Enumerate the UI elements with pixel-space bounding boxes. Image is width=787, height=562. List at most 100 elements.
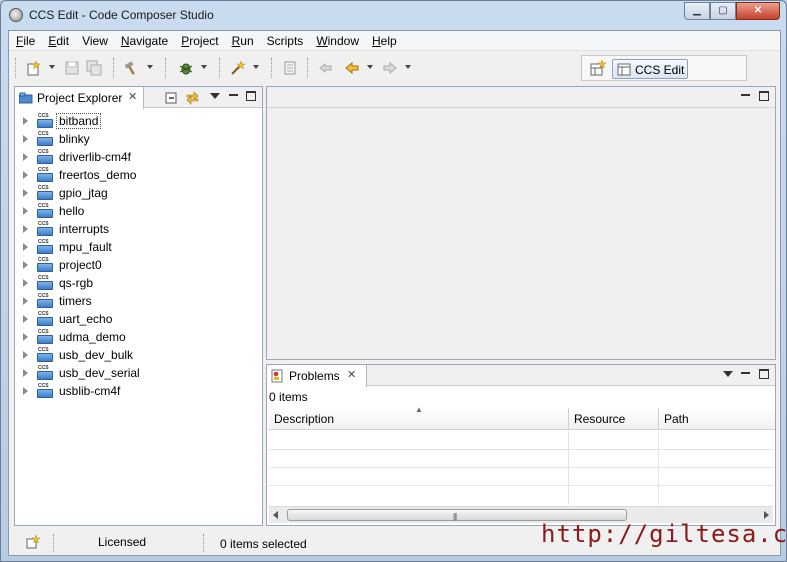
- minimize-view-icon[interactable]: [741, 369, 750, 374]
- status-separator: [203, 534, 204, 552]
- maximize-view-icon[interactable]: [246, 91, 256, 101]
- problems-header: Problems ✕: [267, 365, 775, 387]
- build-dropdown-icon[interactable]: [147, 65, 153, 69]
- build-hammer-icon[interactable]: [123, 60, 139, 76]
- project-item[interactable]: CCS qs-rgb: [23, 274, 253, 292]
- debug-bug-icon[interactable]: [178, 60, 194, 76]
- project-item[interactable]: CCS timers: [23, 292, 253, 310]
- close-tab-icon[interactable]: ✕: [128, 90, 137, 103]
- tab-problems[interactable]: Problems ✕: [267, 365, 367, 387]
- project-item[interactable]: CCS gpio_jtag: [23, 184, 253, 202]
- project-item[interactable]: CCS driverlib-cm4f: [23, 148, 253, 166]
- project-item[interactable]: CCS hello: [23, 202, 253, 220]
- project-item[interactable]: CCS freertos_demo: [23, 166, 253, 184]
- new-dropdown-icon[interactable]: [49, 65, 55, 69]
- project-item[interactable]: CCS uart_echo: [23, 310, 253, 328]
- forward-arrow-icon[interactable]: [382, 60, 398, 76]
- expand-arrow-icon[interactable]: [23, 117, 28, 125]
- minimize-button[interactable]: ▁: [684, 2, 710, 20]
- column-label: Description: [274, 412, 335, 426]
- flash-wand-icon[interactable]: [230, 60, 246, 76]
- ccs-edit-perspective-button[interactable]: CCS Edit: [612, 59, 688, 79]
- back-dropdown-icon[interactable]: [367, 65, 373, 69]
- scroll-right-icon[interactable]: [764, 511, 769, 519]
- expand-arrow-icon[interactable]: [23, 135, 28, 143]
- view-menu-icon[interactable]: [723, 371, 733, 377]
- menu-item-navigate[interactable]: Navigate: [114, 31, 174, 50]
- flash-dropdown-icon[interactable]: [253, 65, 259, 69]
- menu-mnemonic: N: [120, 34, 130, 48]
- expand-arrow-icon[interactable]: [23, 261, 28, 269]
- close-tab-icon[interactable]: ✕: [347, 368, 356, 381]
- column-header-path[interactable]: Path: [659, 408, 775, 430]
- column-header-resource[interactable]: Resource: [569, 408, 659, 430]
- expand-arrow-icon[interactable]: [23, 297, 28, 305]
- menu-item-view[interactable]: View: [75, 31, 114, 50]
- expand-arrow-icon[interactable]: [23, 351, 28, 359]
- last-edit-icon[interactable]: [318, 60, 334, 76]
- expand-arrow-icon[interactable]: [23, 225, 28, 233]
- expand-arrow-icon[interactable]: [23, 243, 28, 251]
- ccs-project-folder-icon: CCS: [37, 348, 55, 362]
- column-header-description[interactable]: Description ▲: [269, 405, 569, 430]
- menu-item-scripts[interactable]: Scripts: [260, 31, 310, 50]
- expand-arrow-icon[interactable]: [23, 387, 28, 395]
- fast-view-icon[interactable]: [26, 535, 40, 549]
- save-all-icon[interactable]: [86, 60, 102, 76]
- view-menu-icon[interactable]: [210, 93, 220, 99]
- maximize-view-icon[interactable]: [759, 369, 769, 379]
- ccs-project-folder-icon: CCS: [37, 222, 55, 236]
- save-icon[interactable]: [64, 60, 80, 76]
- tab-project-explorer[interactable]: Project Explorer ✕: [15, 87, 144, 109]
- column-label: Resource: [574, 412, 626, 426]
- menu-item-edit[interactable]: Edit: [41, 31, 75, 50]
- expand-arrow-icon[interactable]: [23, 369, 28, 377]
- project-item[interactable]: CCS interrupts: [23, 220, 253, 238]
- menu-item-help[interactable]: Help: [365, 31, 403, 50]
- menu-item-window[interactable]: Window: [309, 31, 365, 50]
- back-arrow-icon[interactable]: [344, 60, 360, 76]
- minimize-editor-icon[interactable]: [741, 91, 750, 96]
- project-label: hello: [59, 204, 85, 218]
- project-label: qs-rgb: [59, 276, 94, 290]
- menu-item-run[interactable]: Run: [225, 31, 260, 50]
- open-perspective-icon[interactable]: [590, 60, 606, 76]
- project-tree: CCS bitband CCS blinky CCS driverlib-cm4f CCS f…: [23, 112, 253, 400]
- maximize-editor-icon[interactable]: [759, 91, 769, 101]
- expand-arrow-icon[interactable]: [23, 207, 28, 215]
- close-button[interactable]: ✕: [736, 2, 780, 20]
- forward-dropdown-icon[interactable]: [405, 65, 411, 69]
- expand-arrow-icon[interactable]: [23, 333, 28, 341]
- project-item[interactable]: CCS usblib-cm4f: [23, 382, 253, 400]
- link-with-editor-icon[interactable]: [185, 91, 200, 105]
- project-item[interactable]: CCS project0: [23, 256, 253, 274]
- ccs-project-folder-icon: CCS: [37, 114, 55, 128]
- title-bar[interactable]: CCS Edit - Code Composer Studio ▁ ▢ ✕: [1, 1, 786, 29]
- menu-item-file[interactable]: File: [9, 31, 41, 50]
- project-item[interactable]: CCS blinky: [23, 130, 253, 148]
- project-explorer-view: Project Explorer ✕ CCS bitband CCS blinky CC…: [14, 86, 263, 526]
- minimize-view-icon[interactable]: [229, 91, 238, 96]
- scroll-left-icon[interactable]: [273, 511, 278, 519]
- maximize-button[interactable]: ▢: [710, 2, 736, 20]
- expand-arrow-icon[interactable]: [23, 153, 28, 161]
- menu-mnemonic: R: [231, 34, 241, 48]
- menu-item-project[interactable]: Project: [174, 31, 224, 50]
- expand-arrow-icon[interactable]: [23, 189, 28, 197]
- project-item[interactable]: CCS mpu_fault: [23, 238, 253, 256]
- collapse-all-icon[interactable]: [165, 92, 178, 105]
- new-wizard-icon[interactable]: [26, 60, 42, 76]
- debug-dropdown-icon[interactable]: [201, 65, 207, 69]
- expand-arrow-icon[interactable]: [23, 279, 28, 287]
- menu-mnemonic: W: [316, 34, 328, 48]
- perspective-switcher: CCS Edit: [581, 55, 747, 81]
- console-icon[interactable]: [282, 60, 298, 76]
- project-item[interactable]: CCS udma_demo: [23, 328, 253, 346]
- expand-arrow-icon[interactable]: [23, 171, 28, 179]
- main-toolbar: CCS Edit: [9, 52, 780, 84]
- project-item[interactable]: CCS usb_dev_bulk: [23, 346, 253, 364]
- project-label: udma_demo: [59, 330, 126, 344]
- expand-arrow-icon[interactable]: [23, 315, 28, 323]
- project-item[interactable]: CCS bitband: [23, 112, 253, 130]
- project-item[interactable]: CCS usb_dev_serial: [23, 364, 253, 382]
